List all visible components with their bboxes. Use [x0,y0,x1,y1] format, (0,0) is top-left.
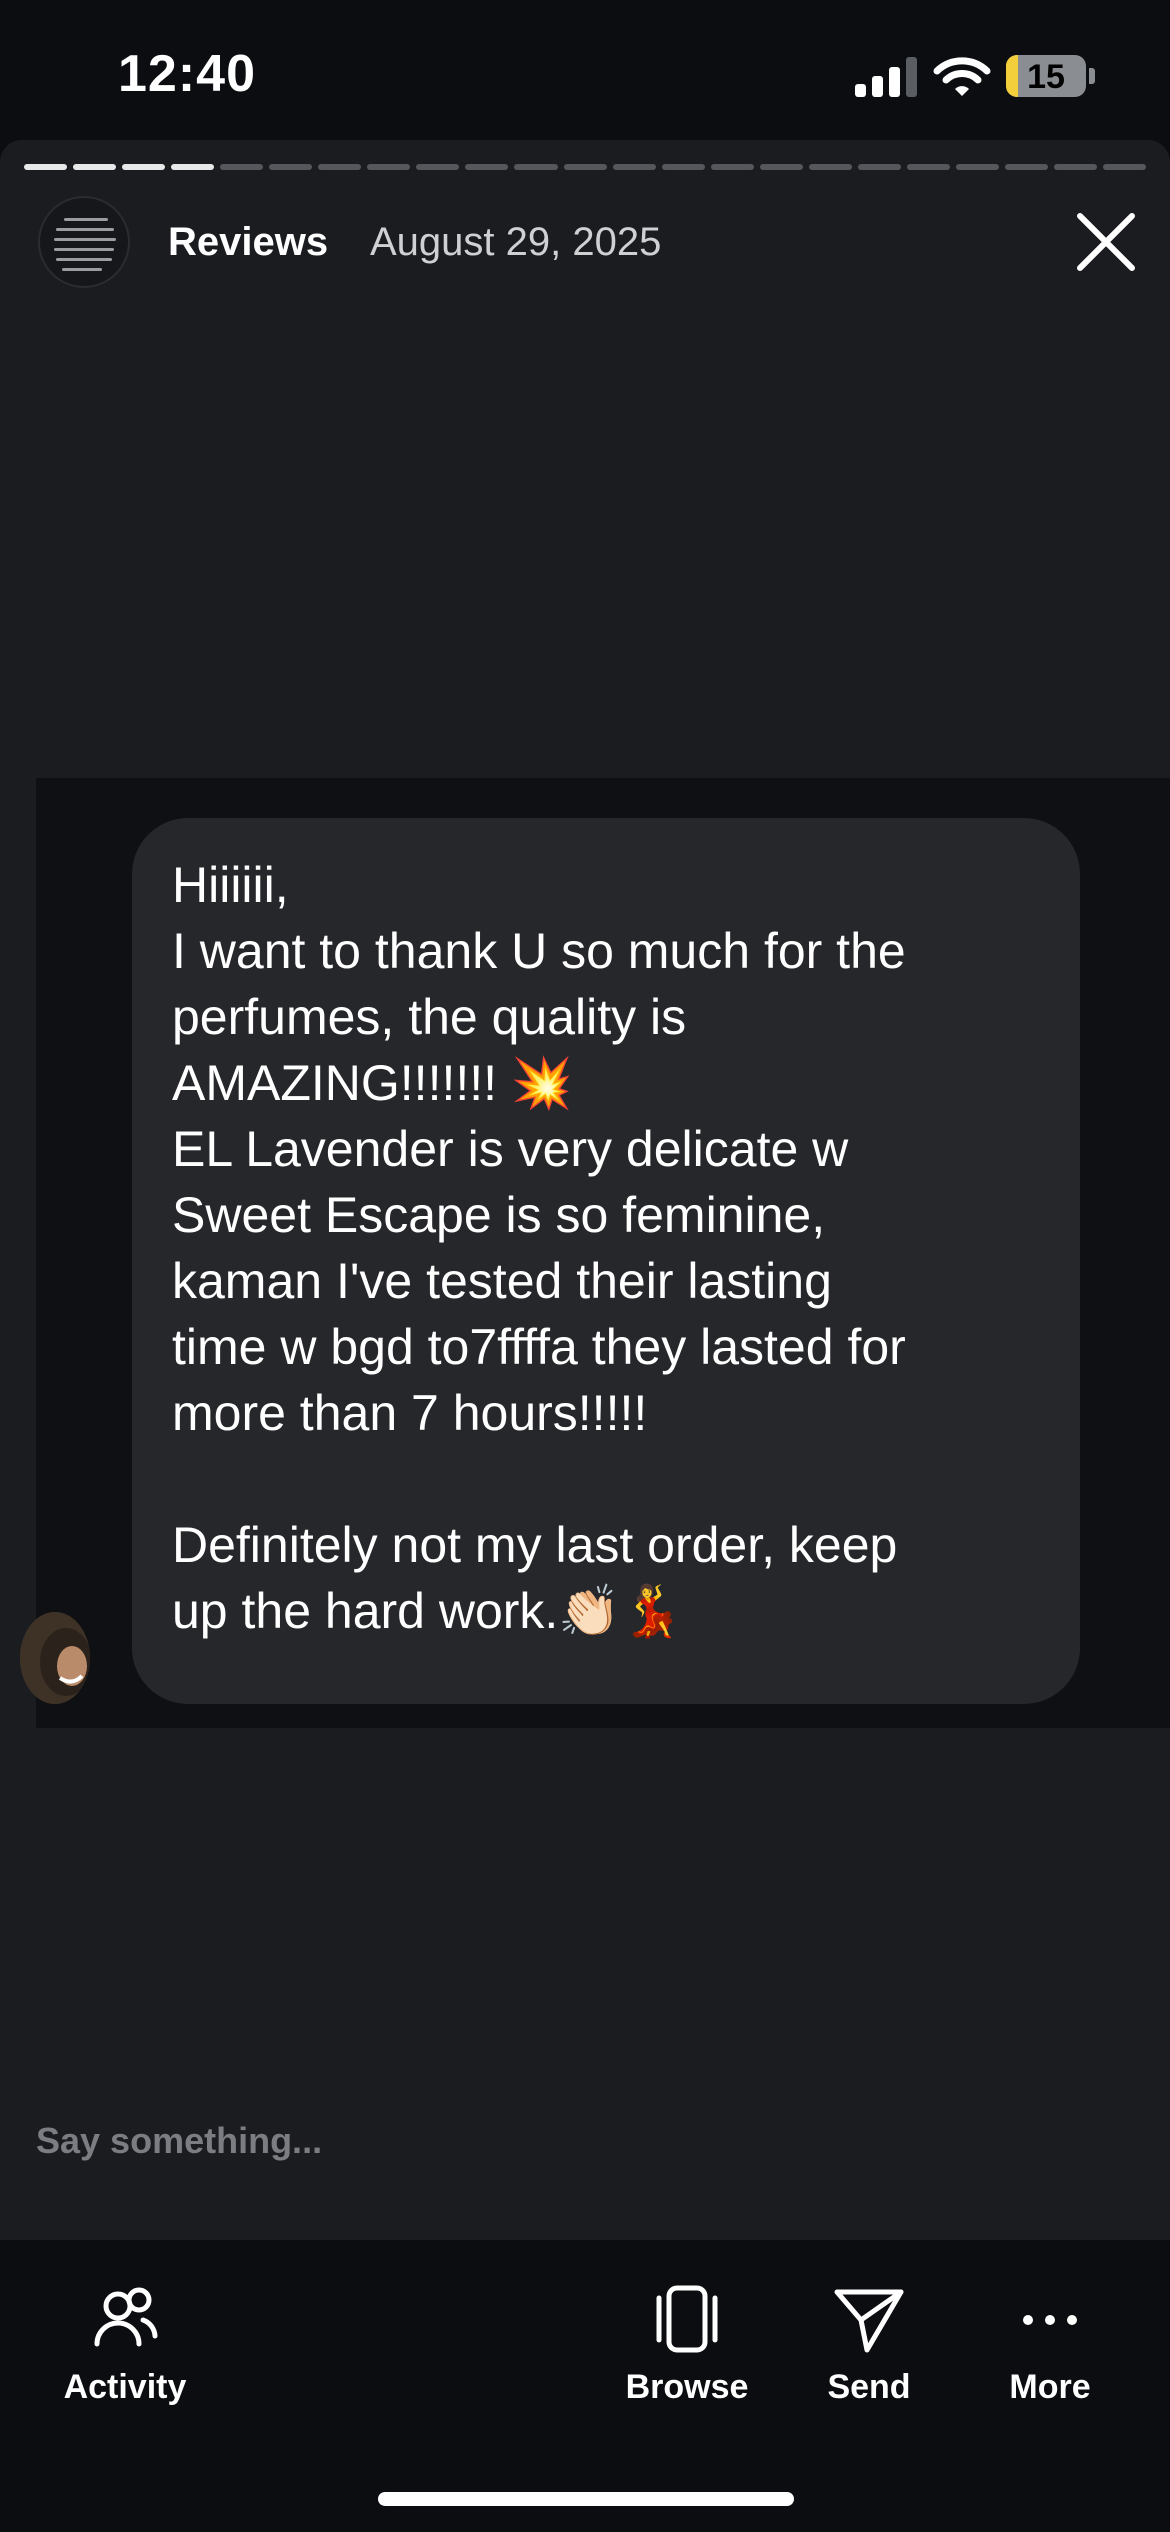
browse-label: Browse [625,2368,749,2406]
story-progress-segment [1103,164,1147,170]
message-line: Sweet Escape is so feminine, [172,1187,826,1243]
message-line: I want to thank U so much for the [172,923,906,979]
status-time: 12:40 [118,45,256,103]
author-avatar[interactable] [38,196,130,288]
message-line: time w bgd to7ffffa they lasted for [172,1319,906,1375]
story-progress-segment [465,164,509,170]
message-line: up the hard work.👏🏻💃 [172,1583,683,1639]
send-label: Send [827,2368,911,2406]
sender-avatar [20,1612,90,1704]
story-progress-segment [857,164,901,170]
people-icon [94,2287,158,2347]
story-progress-segment [906,164,950,170]
close-icon[interactable] [1074,210,1138,274]
story-progress-segment [220,164,264,170]
story-progress-segment [416,164,460,170]
more-icon [1023,2315,1077,2325]
story-progress-segment [269,164,313,170]
battery-icon: 15 [1006,55,1086,97]
story-progress-segment [808,164,852,170]
story-progress-segment [318,164,362,170]
more-button[interactable]: More [955,2280,1145,2410]
battery-nub [1089,68,1095,84]
activity-label: Activity [63,2368,187,2406]
story-progress-segment [24,164,68,170]
story-progress-segment [367,164,411,170]
wifi-icon [933,57,991,96]
reply-input[interactable]: Say something... [36,2120,322,2162]
message-line: EL Lavender is very delicate w [172,1121,849,1177]
story-progress-segment [710,164,754,170]
message-line: Hiiiiii, [172,857,289,913]
paper-plane-icon [834,2289,904,2353]
message-bubble: Hiiiiii, I want to thank U so much for th… [132,818,1080,1704]
story-date: August 29, 2025 [370,220,662,264]
story-progress-segment [1053,164,1098,170]
carousel-icon [656,2285,718,2353]
story-progress-segment [563,164,607,170]
story-author-name[interactable]: Reviews [168,220,328,265]
story-progress-segment [73,164,117,170]
story-header: Reviews August 29, 2025 [38,196,1138,292]
message-line: Definitely not my last order, keep [172,1517,898,1573]
story-progress-bar [24,164,1147,170]
more-label: More [1009,2368,1091,2406]
story-progress-segment [1004,164,1048,170]
story-progress-segment [759,164,803,170]
home-indicator [378,2492,794,2506]
message-line: kaman I've tested their lasting [172,1253,832,1309]
message-line: more than 7 hours!!!!! [172,1385,648,1441]
story-progress-segment [955,164,999,170]
message-line: perfumes, the quality is [172,989,687,1045]
story-progress-segment [514,164,558,170]
browse-button[interactable]: Browse [592,2280,782,2410]
message-line [172,1446,1040,1512]
cellular-signal-icon [855,57,917,97]
message-line: AMAZING!!!!!!! 💥 [172,1055,574,1111]
send-button[interactable]: Send [774,2280,964,2410]
story-progress-segment [122,164,166,170]
activity-button[interactable]: Activity [30,2280,220,2410]
battery-percent: 15 [1027,58,1065,96]
story-progress-segment [661,164,705,170]
story-progress-segment [612,164,656,170]
status-bar: 12:40 15 [0,0,1170,140]
story-progress-segment [171,164,215,170]
